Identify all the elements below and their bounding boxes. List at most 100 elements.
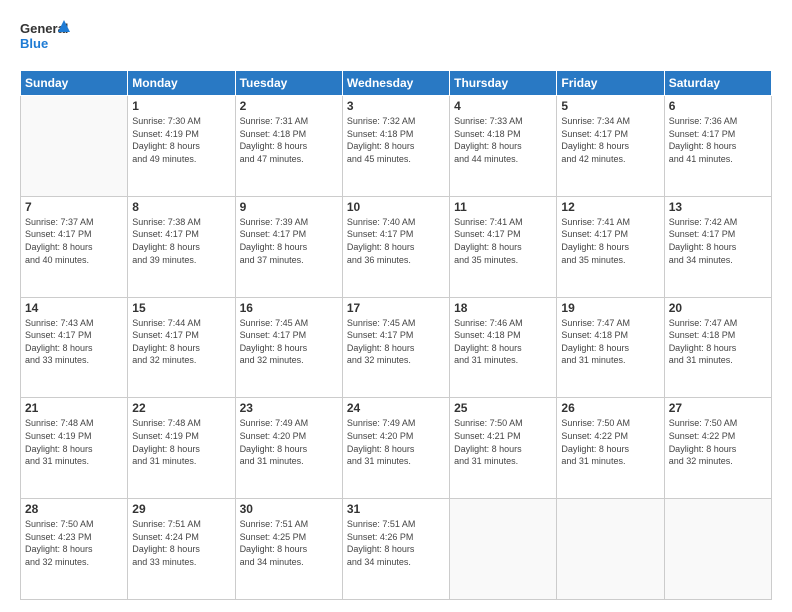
sunset-text: Sunset: 4:20 PM — [347, 430, 445, 443]
daylight-value: and 42 minutes. — [561, 153, 659, 166]
weekday-header-friday: Friday — [557, 71, 664, 96]
daylight-value: and 41 minutes. — [669, 153, 767, 166]
sunset-text: Sunset: 4:17 PM — [347, 228, 445, 241]
sunset-text: Sunset: 4:20 PM — [240, 430, 338, 443]
daylight-value: and 32 minutes. — [25, 556, 123, 569]
day-number: 13 — [669, 200, 767, 214]
daylight-label: Daylight: 8 hours — [240, 342, 338, 355]
sunset-text: Sunset: 4:18 PM — [561, 329, 659, 342]
daylight-value: and 31 minutes. — [132, 455, 230, 468]
day-number: 18 — [454, 301, 552, 315]
daylight-value: and 44 minutes. — [454, 153, 552, 166]
daylight-label: Daylight: 8 hours — [561, 342, 659, 355]
daylight-label: Daylight: 8 hours — [25, 342, 123, 355]
calendar-day: 11Sunrise: 7:41 AMSunset: 4:17 PMDayligh… — [450, 196, 557, 297]
daylight-label: Daylight: 8 hours — [561, 443, 659, 456]
svg-text:Blue: Blue — [20, 36, 48, 51]
sunset-text: Sunset: 4:22 PM — [561, 430, 659, 443]
calendar-header: SundayMondayTuesdayWednesdayThursdayFrid… — [21, 71, 772, 96]
daylight-label: Daylight: 8 hours — [669, 443, 767, 456]
sunset-text: Sunset: 4:25 PM — [240, 531, 338, 544]
day-info: Sunrise: 7:38 AMSunset: 4:17 PMDaylight:… — [132, 216, 230, 266]
daylight-label: Daylight: 8 hours — [132, 241, 230, 254]
calendar-day: 6Sunrise: 7:36 AMSunset: 4:17 PMDaylight… — [664, 96, 771, 197]
calendar-day: 16Sunrise: 7:45 AMSunset: 4:17 PMDayligh… — [235, 297, 342, 398]
daylight-value: and 36 minutes. — [347, 254, 445, 267]
daylight-value: and 31 minutes. — [561, 455, 659, 468]
calendar-body: 1Sunrise: 7:30 AMSunset: 4:19 PMDaylight… — [21, 96, 772, 600]
sunset-text: Sunset: 4:17 PM — [132, 329, 230, 342]
daylight-value: and 34 minutes. — [347, 556, 445, 569]
daylight-value: and 34 minutes. — [240, 556, 338, 569]
sunset-text: Sunset: 4:17 PM — [669, 128, 767, 141]
sunrise-text: Sunrise: 7:51 AM — [347, 518, 445, 531]
calendar-day: 28Sunrise: 7:50 AMSunset: 4:23 PMDayligh… — [21, 499, 128, 600]
day-info: Sunrise: 7:50 AMSunset: 4:22 PMDaylight:… — [561, 417, 659, 467]
daylight-label: Daylight: 8 hours — [25, 543, 123, 556]
calendar-day: 23Sunrise: 7:49 AMSunset: 4:20 PMDayligh… — [235, 398, 342, 499]
calendar-week-5: 28Sunrise: 7:50 AMSunset: 4:23 PMDayligh… — [21, 499, 772, 600]
daylight-label: Daylight: 8 hours — [240, 543, 338, 556]
calendar-day: 17Sunrise: 7:45 AMSunset: 4:17 PMDayligh… — [342, 297, 449, 398]
daylight-value: and 32 minutes. — [347, 354, 445, 367]
sunrise-text: Sunrise: 7:31 AM — [240, 115, 338, 128]
calendar-day: 7Sunrise: 7:37 AMSunset: 4:17 PMDaylight… — [21, 196, 128, 297]
weekday-header-wednesday: Wednesday — [342, 71, 449, 96]
day-number: 8 — [132, 200, 230, 214]
calendar-week-4: 21 Sunrise: 7:48 AMSunset: 4:19 PMDayligh… — [21, 398, 772, 499]
daylight-value: and 31 minutes. — [347, 455, 445, 468]
daylight-value: and 33 minutes. — [25, 354, 123, 367]
calendar-week-2: 7Sunrise: 7:37 AMSunset: 4:17 PMDaylight… — [21, 196, 772, 297]
daylight-label: Daylight: 8 hours — [454, 140, 552, 153]
calendar-day: 4Sunrise: 7:33 AMSunset: 4:18 PMDaylight… — [450, 96, 557, 197]
daylight-value: and 31 minutes. — [454, 455, 552, 468]
day-number: 25 — [454, 401, 552, 415]
calendar-day: 20Sunrise: 7:47 AMSunset: 4:18 PMDayligh… — [664, 297, 771, 398]
daylight-label: Daylight: 8 hours — [240, 443, 338, 456]
daylight-value: and 34 minutes. — [669, 254, 767, 267]
daylight-label: Daylight: 8 hours — [347, 241, 445, 254]
sunrise-text: Sunrise: 7:40 AM — [347, 216, 445, 229]
weekday-header-saturday: Saturday — [664, 71, 771, 96]
day-info: Sunrise: 7:31 AMSunset: 4:18 PMDaylight:… — [240, 115, 338, 165]
day-number: 21 — [25, 401, 123, 415]
day-info: Sunrise: 7:45 AMSunset: 4:17 PMDaylight:… — [347, 317, 445, 367]
sunrise-text: Sunrise: 7:51 AM — [132, 518, 230, 531]
calendar-day: 1Sunrise: 7:30 AMSunset: 4:19 PMDaylight… — [128, 96, 235, 197]
sunset-text: Sunset: 4:19 PM — [132, 128, 230, 141]
daylight-value: and 47 minutes. — [240, 153, 338, 166]
day-info: Sunrise: 7:46 AMSunset: 4:18 PMDaylight:… — [454, 317, 552, 367]
calendar-day: 21 Sunrise: 7:48 AMSunset: 4:19 PMDayligh… — [21, 398, 128, 499]
sunrise-text: Sunrise: 7:47 AM — [669, 317, 767, 330]
sunset-text: Sunset: 4:17 PM — [240, 228, 338, 241]
sunrise-text: Sunrise: 7:48 AM — [25, 417, 123, 430]
daylight-label: Daylight: 8 hours — [347, 443, 445, 456]
day-number: 29 — [132, 502, 230, 516]
daylight-label: Daylight: 8 hours — [132, 140, 230, 153]
day-info: Sunrise: 7:50 AMSunset: 4:22 PMDaylight:… — [669, 417, 767, 467]
sunset-text: Sunset: 4:18 PM — [347, 128, 445, 141]
daylight-label: Daylight: 8 hours — [240, 140, 338, 153]
daylight-label: Daylight: 8 hours — [25, 443, 123, 456]
sunrise-text: Sunrise: 7:37 AM — [25, 216, 123, 229]
header: General Blue — [20, 18, 772, 60]
day-info: Sunrise: 7:37 AMSunset: 4:17 PMDaylight:… — [25, 216, 123, 266]
sunset-text: Sunset: 4:18 PM — [454, 329, 552, 342]
day-info: Sunrise: 7:30 AMSunset: 4:19 PMDaylight:… — [132, 115, 230, 165]
sunrise-text: Sunrise: 7:42 AM — [669, 216, 767, 229]
weekday-header-monday: Monday — [128, 71, 235, 96]
daylight-value: and 31 minutes. — [25, 455, 123, 468]
sunrise-text: Sunrise: 7:51 AM — [240, 518, 338, 531]
calendar-day: 14Sunrise: 7:43 AMSunset: 4:17 PMDayligh… — [21, 297, 128, 398]
day-info: Sunrise: 7:48 AMSunset: 4:19 PMDaylight:… — [25, 417, 123, 467]
calendar-day: 29Sunrise: 7:51 AMSunset: 4:24 PMDayligh… — [128, 499, 235, 600]
day-number: 4 — [454, 99, 552, 113]
day-info: Sunrise: 7:36 AMSunset: 4:17 PMDaylight:… — [669, 115, 767, 165]
day-info: Sunrise: 7:49 AMSunset: 4:20 PMDaylight:… — [347, 417, 445, 467]
daylight-value: and 40 minutes. — [25, 254, 123, 267]
day-info: Sunrise: 7:42 AMSunset: 4:17 PMDaylight:… — [669, 216, 767, 266]
day-info: Sunrise: 7:51 AMSunset: 4:26 PMDaylight:… — [347, 518, 445, 568]
day-info: Sunrise: 7:43 AMSunset: 4:17 PMDaylight:… — [25, 317, 123, 367]
calendar-day: 3Sunrise: 7:32 AMSunset: 4:18 PMDaylight… — [342, 96, 449, 197]
weekday-header-sunday: Sunday — [21, 71, 128, 96]
